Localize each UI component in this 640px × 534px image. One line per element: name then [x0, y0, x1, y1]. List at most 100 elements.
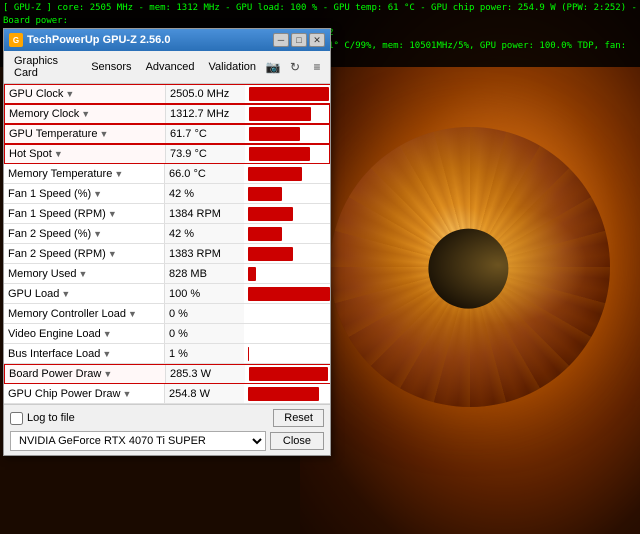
- sensor-bar-container-bus-interface-load: [244, 344, 330, 363]
- sensor-row-fan1-speed-rpm: Fan 1 Speed (RPM) ▼ 1384 RPM: [4, 204, 330, 224]
- sensor-bar-container-memory-controller-load: [244, 304, 330, 323]
- sensor-row-gpu-temperature: GPU Temperature ▼ 61.7 °C: [4, 124, 330, 144]
- sensor-dropdown-fan2-speed-pct[interactable]: ▼: [93, 229, 102, 239]
- log-row: Log to file Reset: [10, 409, 324, 427]
- sensor-value-video-engine-load: 0 %: [164, 324, 244, 343]
- sensors-content: GPU Clock ▼ 2505.0 MHz Memory Clock ▼ 13…: [4, 84, 330, 404]
- menu-graphics-card[interactable]: Graphics Card: [8, 53, 83, 81]
- sensor-name-gpu-chip-power-draw: GPU Chip Power Draw ▼: [4, 388, 164, 400]
- app-icon: G: [9, 33, 23, 47]
- sensor-label-board-power-draw: Board Power Draw: [9, 368, 101, 380]
- sensor-row-bus-interface-load: Bus Interface Load ▼ 1 %: [4, 344, 330, 364]
- sensor-label-hot-spot: Hot Spot: [9, 148, 52, 160]
- sensor-dropdown-hot-spot[interactable]: ▼: [54, 149, 63, 159]
- sensor-bar-container-gpu-temperature: [245, 125, 329, 143]
- sensor-name-video-engine-load: Video Engine Load ▼: [4, 328, 164, 340]
- sensor-label-fan2-speed-pct: Fan 2 Speed (%): [8, 228, 91, 240]
- eye-highlight: [408, 205, 588, 325]
- background-image: [300, 0, 640, 534]
- sensor-name-fan1-speed-rpm: Fan 1 Speed (RPM) ▼: [4, 208, 164, 220]
- sensor-name-hot-spot: Hot Spot ▼: [5, 148, 165, 160]
- sensor-name-memory-controller-load: Memory Controller Load ▼: [4, 308, 164, 320]
- sensor-bar-container-hot-spot: [245, 145, 329, 163]
- sensor-bar-container-fan1-speed-rpm: [244, 204, 330, 223]
- sensor-value-memory-controller-load: 0 %: [164, 304, 244, 323]
- sensor-bar-board-power-draw: [249, 367, 328, 381]
- maximize-button[interactable]: □: [291, 33, 307, 47]
- sensor-dropdown-bus-interface-load[interactable]: ▼: [102, 349, 111, 359]
- sensor-bar-memory-temperature: [248, 167, 302, 181]
- sensor-bar-gpu-chip-power-draw: [248, 387, 319, 401]
- sensor-dropdown-fan1-speed-rpm[interactable]: ▼: [108, 209, 117, 219]
- menu-bar: Graphics Card Sensors Advanced Validatio…: [4, 51, 330, 84]
- sensor-row-gpu-clock: GPU Clock ▼ 2505.0 MHz: [4, 84, 330, 104]
- sensor-bar-fan2-speed-pct: [248, 227, 282, 241]
- sensor-dropdown-fan1-speed-pct[interactable]: ▼: [93, 189, 102, 199]
- close-window-button[interactable]: Close: [270, 432, 324, 450]
- sensor-bar-bus-interface-load: [248, 347, 249, 361]
- sensor-value-memory-temperature: 66.0 °C: [164, 164, 244, 183]
- sensor-label-memory-used: Memory Used: [8, 268, 76, 280]
- menu-validation[interactable]: Validation: [203, 59, 263, 75]
- sensor-label-memory-controller-load: Memory Controller Load: [8, 308, 126, 320]
- sensor-name-fan2-speed-rpm: Fan 2 Speed (RPM) ▼: [4, 248, 164, 260]
- sensor-dropdown-memory-temperature[interactable]: ▼: [114, 169, 123, 179]
- sensor-dropdown-gpu-clock[interactable]: ▼: [65, 89, 74, 99]
- camera-icon[interactable]: 📷: [264, 59, 282, 75]
- menu-advanced[interactable]: Advanced: [140, 59, 201, 75]
- title-bar-left: G TechPowerUp GPU-Z 2.56.0: [9, 33, 170, 47]
- sensor-dropdown-board-power-draw[interactable]: ▼: [103, 369, 112, 379]
- sensor-dropdown-fan2-speed-rpm[interactable]: ▼: [108, 249, 117, 259]
- close-button[interactable]: ✕: [309, 33, 325, 47]
- sensor-row-board-power-draw: Board Power Draw ▼ 285.3 W: [4, 364, 330, 384]
- sensor-bar-container-gpu-load: [244, 284, 330, 303]
- sensor-row-memory-temperature: Memory Temperature ▼ 66.0 °C: [4, 164, 330, 184]
- sensor-dropdown-memory-used[interactable]: ▼: [78, 269, 87, 279]
- sensor-bar-container-fan2-speed-pct: [244, 224, 330, 243]
- sensor-dropdown-gpu-load[interactable]: ▼: [61, 289, 70, 299]
- sensor-label-memory-clock: Memory Clock: [9, 108, 79, 120]
- sensor-label-bus-interface-load: Bus Interface Load: [8, 348, 100, 360]
- sensor-bar-container-board-power-draw: [245, 365, 330, 383]
- sensor-bar-container-memory-clock: [245, 105, 329, 123]
- refresh-icon[interactable]: ↻: [286, 59, 304, 75]
- gpu-selector[interactable]: NVIDIA GeForce RTX 4070 Ti SUPER: [10, 431, 266, 451]
- sensor-dropdown-memory-clock[interactable]: ▼: [81, 109, 90, 119]
- sensor-value-gpu-temperature: 61.7 °C: [165, 125, 245, 143]
- log-label[interactable]: Log to file: [10, 412, 75, 425]
- sensor-name-gpu-clock: GPU Clock ▼: [5, 88, 165, 100]
- menu-sensors[interactable]: Sensors: [85, 59, 137, 75]
- sensor-bar-fan2-speed-rpm: [248, 247, 293, 261]
- sensor-name-memory-clock: Memory Clock ▼: [5, 108, 165, 120]
- sensor-value-fan1-speed-pct: 42 %: [164, 184, 244, 203]
- sensor-name-fan2-speed-pct: Fan 2 Speed (%) ▼: [4, 228, 164, 240]
- sensor-value-gpu-load: 100 %: [164, 284, 244, 303]
- sensor-value-hot-spot: 73.9 °C: [165, 145, 245, 163]
- sensor-dropdown-video-engine-load[interactable]: ▼: [103, 329, 112, 339]
- log-label-text: Log to file: [27, 412, 75, 424]
- sensor-row-fan2-speed-pct: Fan 2 Speed (%) ▼ 42 %: [4, 224, 330, 244]
- sensor-label-fan2-speed-rpm: Fan 2 Speed (RPM): [8, 248, 106, 260]
- sensor-name-board-power-draw: Board Power Draw ▼: [5, 368, 165, 380]
- menu-icon[interactable]: ≡: [308, 59, 326, 75]
- minimize-button[interactable]: ─: [273, 33, 289, 47]
- sensor-bar-gpu-load: [248, 287, 330, 301]
- reset-button[interactable]: Reset: [273, 409, 324, 427]
- sensor-label-video-engine-load: Video Engine Load: [8, 328, 101, 340]
- sensor-bar-container-video-engine-load: [244, 324, 330, 343]
- gpu-select-row: NVIDIA GeForce RTX 4070 Ti SUPER Close: [10, 431, 324, 451]
- sensor-bar-memory-clock: [249, 107, 311, 121]
- sensor-bar-gpu-clock: [249, 87, 329, 101]
- sensor-dropdown-memory-controller-load[interactable]: ▼: [128, 309, 137, 319]
- sensor-value-memory-used: 828 MB: [164, 264, 244, 283]
- sensor-value-gpu-clock: 2505.0 MHz: [165, 85, 245, 103]
- sensor-label-memory-temperature: Memory Temperature: [8, 168, 112, 180]
- sensor-row-fan2-speed-rpm: Fan 2 Speed (RPM) ▼ 1383 RPM: [4, 244, 330, 264]
- sensor-value-fan1-speed-rpm: 1384 RPM: [164, 204, 244, 223]
- sensor-dropdown-gpu-temperature[interactable]: ▼: [99, 129, 108, 139]
- window-controls: ─ □ ✕: [273, 33, 325, 47]
- sensor-value-fan2-speed-rpm: 1383 RPM: [164, 244, 244, 263]
- sensor-label-gpu-clock: GPU Clock: [9, 88, 63, 100]
- log-checkbox[interactable]: [10, 412, 23, 425]
- sensor-dropdown-gpu-chip-power-draw[interactable]: ▼: [122, 389, 131, 399]
